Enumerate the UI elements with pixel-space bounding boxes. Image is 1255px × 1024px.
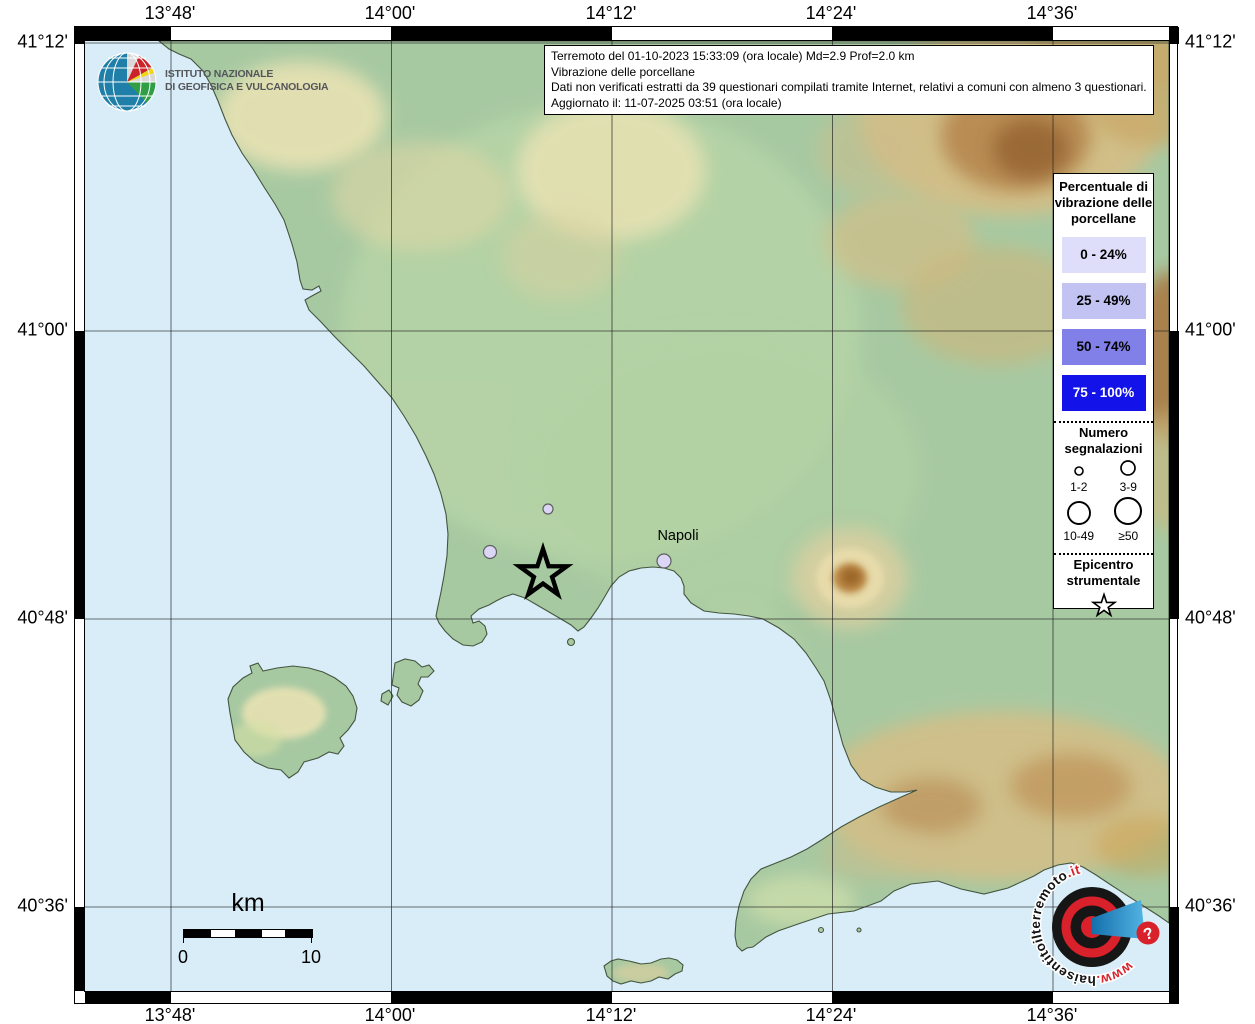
count-circle-xlarge-icon <box>1114 497 1143 525</box>
legend-separator <box>1054 421 1153 423</box>
map-viewport: Napoli Terremoto del 01-10-2023 15:33:09… <box>84 40 1170 992</box>
legend: Percentuale di vibrazione delle porcella… <box>1053 173 1154 618</box>
axis-right-tick: 40°48' <box>1185 607 1236 628</box>
report-circle <box>542 503 554 515</box>
scalebar-unit: km <box>231 889 265 917</box>
axis-top-tick: 14°12' <box>585 3 637 23</box>
axis-left-tick: 41°00' <box>17 319 68 340</box>
title-line-event: Terremoto del 01-10-2023 15:33:09 (ora l… <box>551 49 915 63</box>
title-line-note: Dati non verificati estratti da 39 quest… <box>551 80 1147 94</box>
legend-count-row: 1-2 3-9 <box>1054 459 1153 494</box>
axis-right-tick: 41°00' <box>1185 319 1236 340</box>
legend-swatch-75-100: 75 - 100% <box>1061 375 1146 411</box>
legend-swatch-0-24: 0 - 24% <box>1061 237 1146 273</box>
scalebar-tick <box>311 937 312 943</box>
scalebar-end: 10 <box>300 947 322 967</box>
axis-bottom-tick: 14°12' <box>585 1005 637 1024</box>
epicenter-star-icon <box>1090 591 1117 618</box>
axis-top-tick: 14°24' <box>805 3 857 23</box>
ingv-name-line2: DI GEOFISICA E VULCANOLOGIA <box>165 81 329 93</box>
scalebar-start: 0 <box>177 947 188 967</box>
count-circle-medium-icon <box>1120 460 1137 476</box>
axis-bottom-tick: 14°00' <box>364 1005 416 1024</box>
axis-bottom-tick: 13°48' <box>144 1005 196 1024</box>
axis-bottom-tick: 14°36' <box>1026 1005 1078 1024</box>
axis-bottom-tick: 14°24' <box>805 1005 857 1024</box>
legend-count-row: 10-49 ≥50 <box>1054 496 1153 543</box>
count-label: ≥50 <box>1118 529 1139 543</box>
report-circle <box>482 544 498 560</box>
legend-epicenter-title: Epicentro strumentale <box>1066 557 1141 588</box>
count-label: 1-2 <box>1070 480 1088 494</box>
legend-swatch-50-74: 50 - 74% <box>1061 329 1146 365</box>
map-page: 13°48' 14°00' 14°12' 14°24' 14°36' 13°48… <box>0 0 1255 1024</box>
map-frame: Napoli Terremoto del 01-10-2023 15:33:09… <box>74 26 1179 1004</box>
legend-separator <box>1054 553 1153 555</box>
legend-swatch-25-49: 25 - 49% <box>1061 283 1146 319</box>
ingv-globe-icon <box>97 52 157 112</box>
scalebar <box>183 929 313 938</box>
ingv-logo: ISTITUTO NAZIONALE DI GEOFISICA E VULCAN… <box>95 49 329 113</box>
axis-left-tick: 41°12' <box>17 31 68 52</box>
axis-left-tick: 40°48' <box>17 607 68 628</box>
scalebar-tick <box>183 937 184 943</box>
legend-counts-title: Numero segnalazioni <box>1064 425 1143 456</box>
axis-top-tick: 13°48' <box>144 3 196 23</box>
count-circle-large-icon <box>1066 501 1091 525</box>
count-label: 3-9 <box>1119 480 1137 494</box>
title-line-updated: Aggiornato il: 11-07-2025 03:51 (ora loc… <box>551 95 782 110</box>
haisentito-logo: ? www.haisentitoilterremoto.it <box>1029 860 1160 990</box>
report-circle <box>656 553 672 569</box>
legend-percent-title: Percentuale di vibrazione delle porcella… <box>1054 179 1153 226</box>
axis-left-tick: 40°36' <box>17 895 68 916</box>
axis-right-tick: 41°12' <box>1185 31 1236 52</box>
ingv-name-line1: ISTITUTO NAZIONALE <box>165 68 274 80</box>
axis-top-tick: 14°36' <box>1026 3 1078 23</box>
count-circle-small-icon <box>1073 466 1084 476</box>
count-label: 10-49 <box>1063 529 1095 543</box>
axis-right-tick: 40°36' <box>1185 895 1236 916</box>
axis-top-tick: 14°00' <box>364 3 416 23</box>
title-line-effect: Vibrazione delle porcellane <box>551 64 695 79</box>
city-label-napoli: Napoli <box>657 528 698 544</box>
title-box: Terremoto del 01-10-2023 15:33:09 (ora l… <box>544 45 1154 115</box>
